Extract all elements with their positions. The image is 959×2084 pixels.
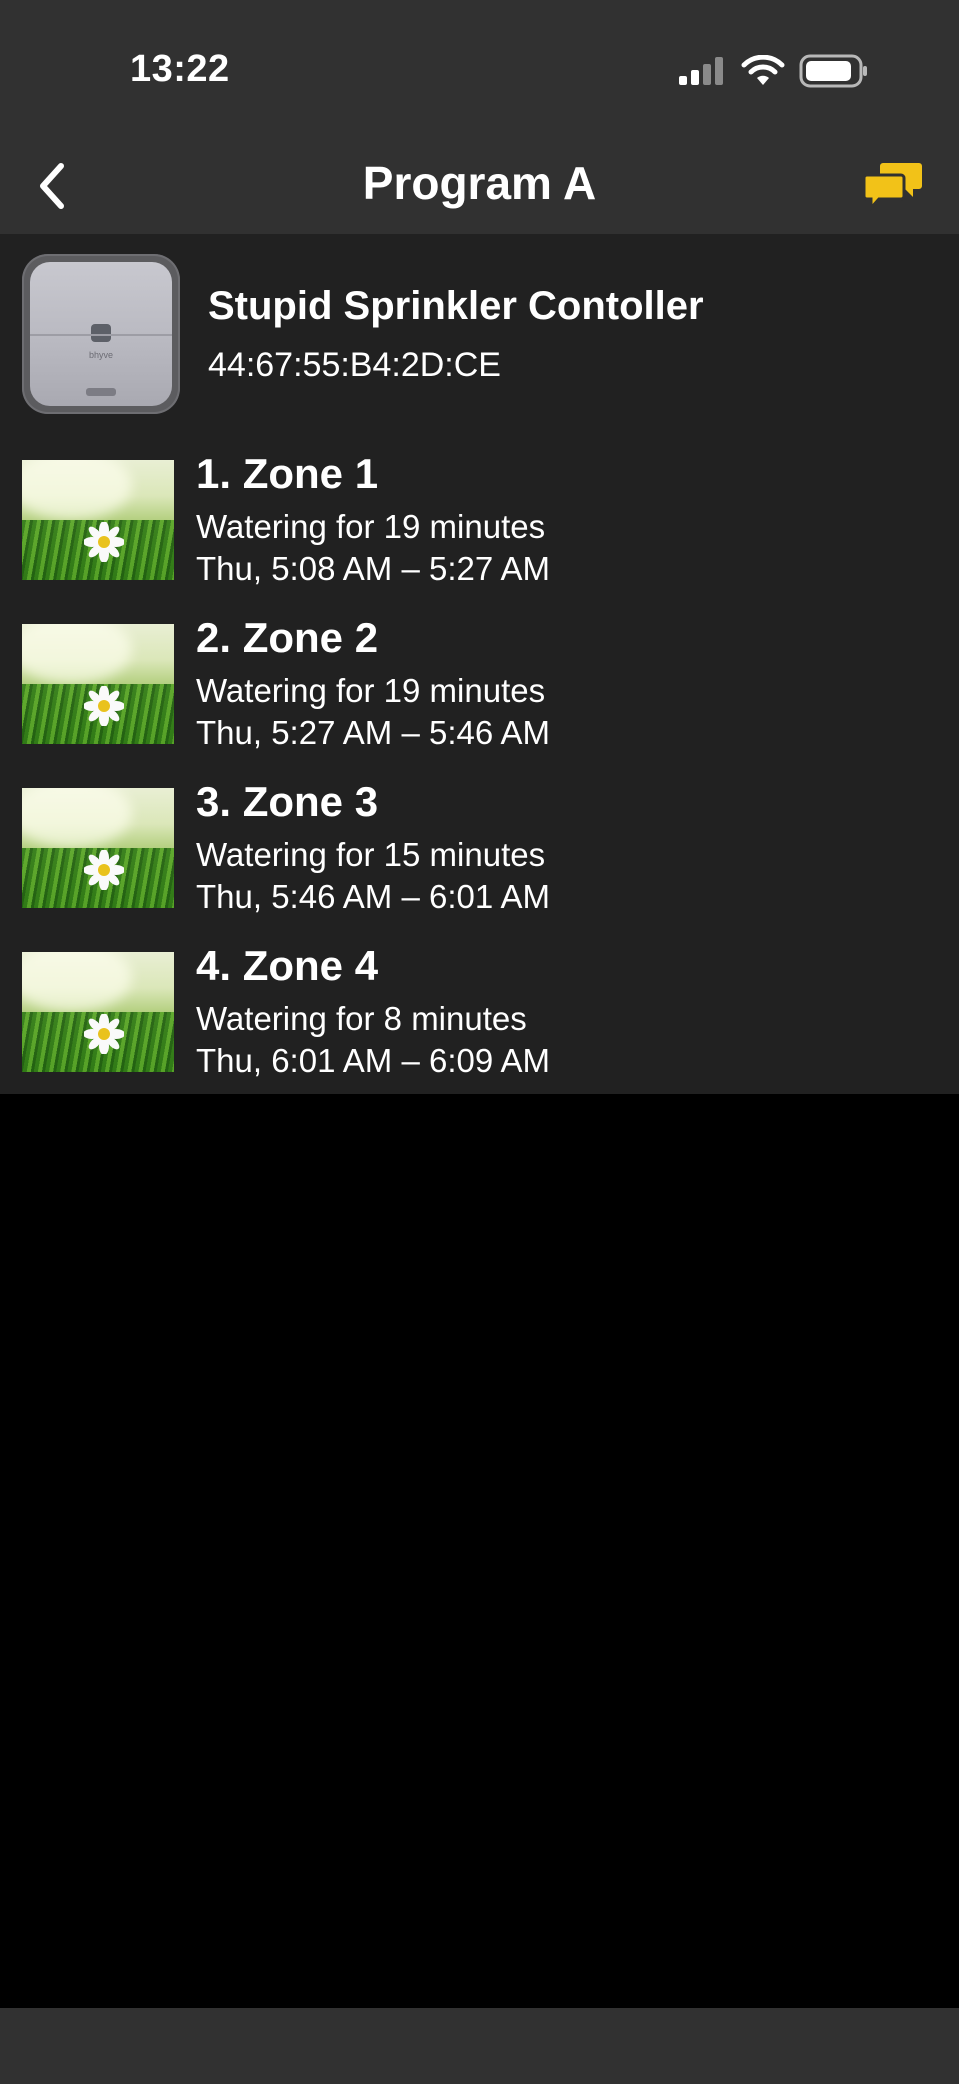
device-logo xyxy=(91,324,111,342)
device-image: bhyve xyxy=(22,254,180,414)
zone-schedule: Thu, 6:01 AM – 6:09 AM xyxy=(196,1042,551,1079)
zone-thumbnail xyxy=(22,952,174,1072)
bottom-bar xyxy=(0,2008,959,2084)
zone-duration: Watering for 15 minutes xyxy=(196,836,546,873)
daisy-icon xyxy=(84,1014,124,1054)
zone-item-3[interactable]: 3. Zone 3 Watering for 15 minutes Thu, 5… xyxy=(0,778,959,946)
zone-schedule: Thu, 5:27 AM – 5:46 AM xyxy=(196,714,551,751)
status-time: 13:22 xyxy=(130,48,230,90)
device-mac-address: 44:67:55:B4:2D:CE xyxy=(208,346,501,384)
zone-item-2[interactable]: 2. Zone 2 Watering for 19 minutes Thu, 5… xyxy=(0,614,959,782)
status-bar: 13:22 xyxy=(0,0,959,140)
zone-item-1[interactable]: 1. Zone 1 Watering for 19 minutes Thu, 5… xyxy=(0,450,959,618)
zone-schedule: Thu, 5:46 AM – 6:01 AM xyxy=(196,878,551,915)
program-content: bhyve Stupid Sprinkler Contoller 44:67:5… xyxy=(0,234,959,1094)
cellular-signal-icon xyxy=(679,57,723,85)
battery-icon xyxy=(799,54,867,88)
daisy-icon xyxy=(84,850,124,890)
status-icons xyxy=(677,54,869,88)
zone-title: 1. Zone 1 xyxy=(196,450,379,497)
zone-list: 1. Zone 1 Watering for 19 minutes Thu, 5… xyxy=(0,450,959,1110)
daisy-icon xyxy=(84,522,124,562)
nav-bar: Program A xyxy=(0,140,959,235)
zone-thumbnail xyxy=(22,788,174,908)
zone-duration: Watering for 19 minutes xyxy=(196,672,546,709)
zone-title: 2. Zone 2 xyxy=(196,614,379,661)
zone-thumbnail xyxy=(22,460,174,580)
zone-title: 4. Zone 4 xyxy=(196,942,379,989)
zone-schedule: Thu, 5:08 AM – 5:27 AM xyxy=(196,550,551,587)
zone-thumbnail xyxy=(22,624,174,744)
zone-item-4[interactable]: 4. Zone 4 Watering for 8 minutes Thu, 6:… xyxy=(0,942,959,1110)
device-seam xyxy=(30,334,172,336)
device-name: Stupid Sprinkler Contoller xyxy=(208,284,704,328)
device-brand: bhyve xyxy=(88,350,114,360)
wifi-icon xyxy=(741,55,785,85)
device-foot xyxy=(86,388,116,396)
zone-duration: Watering for 19 minutes xyxy=(196,508,546,545)
chat-bubbles-icon xyxy=(863,163,922,211)
device-header[interactable]: bhyve Stupid Sprinkler Contoller 44:67:5… xyxy=(22,254,942,424)
zone-duration: Watering for 8 minutes xyxy=(196,1000,527,1037)
chat-button[interactable] xyxy=(861,154,925,218)
zone-title: 3. Zone 3 xyxy=(196,778,379,825)
daisy-icon xyxy=(84,686,124,726)
page-title: Program A xyxy=(362,157,597,209)
